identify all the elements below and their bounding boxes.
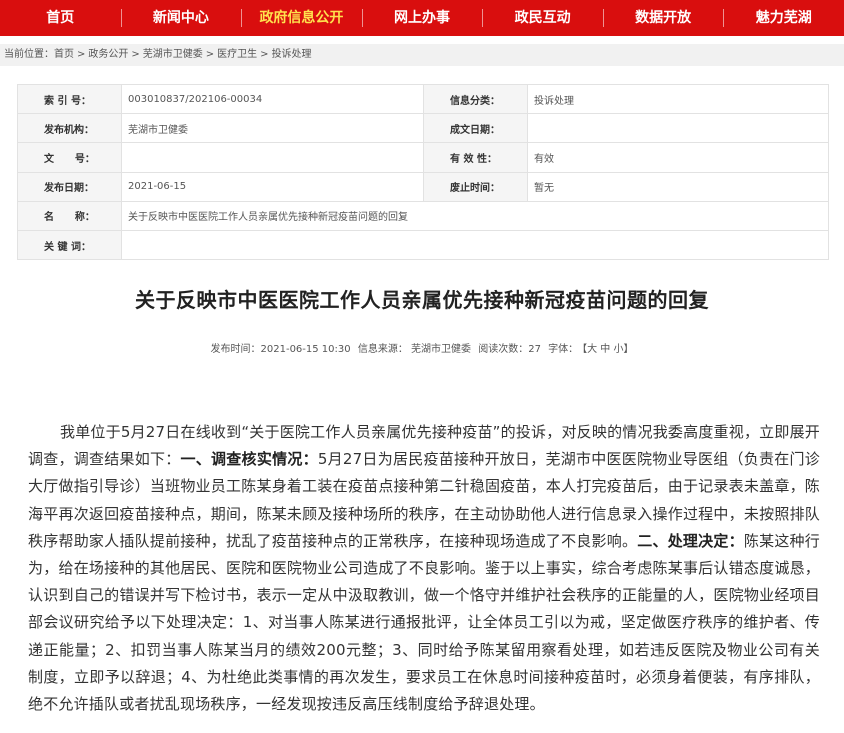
meta-label-keywords: 关 键 词： (17, 229, 122, 261)
body-heading-decision: 二、处理决定： (637, 531, 744, 550)
breadcrumb-link-gov-affairs[interactable]: 政务公开 (88, 44, 128, 66)
meta-value-doc-number (121, 142, 424, 173)
view-count: 阅读次数：27 (478, 344, 541, 355)
nav-item-open-data[interactable]: 数据开放 (602, 0, 724, 36)
nav-item-home[interactable]: 首页 (0, 0, 121, 36)
font-size-label: 字体： (548, 344, 579, 355)
meta-row: 名 称： 关于反映市中医医院工作人员亲属优先接种新冠疫苗问题的回复 (17, 200, 829, 231)
meta-value-written-date (527, 113, 829, 144)
meta-label-name: 名 称： (17, 200, 122, 231)
article-body: 我单位于5月27日在线收到“关于医院工作人员亲属优先接种疫苗”的投诉，对反映的情… (28, 419, 820, 718)
body-heading-investigation: 一、调查核实情况： (180, 450, 318, 469)
meta-value-publisher: 芜湖市卫健委 (121, 113, 424, 144)
document-meta-table: 索 引 号： 003010837/202106-00034 信息分类： 投诉处理… (17, 83, 829, 261)
meta-value-index-number: 003010837/202106-00034 (121, 83, 424, 115)
meta-value-category: 投诉处理 (527, 83, 829, 115)
main-nav: 首页 新闻中心 政府信息公开 网上办事 政民互动 数据开放 魅力芜湖 (0, 0, 844, 36)
meta-label-category: 信息分类： (423, 83, 528, 115)
breadcrumb-link-medical-health[interactable]: 医疗卫生 (217, 44, 257, 66)
meta-label-doc-number: 文 号： (17, 142, 122, 173)
article-title: 关于反映市中医医院工作人员亲属优先接种新冠疫苗问题的回复 (135, 288, 709, 312)
nav-item-interaction[interactable]: 政民互动 (482, 0, 603, 36)
breadcrumb-separator: > (131, 49, 140, 60)
nav-item-gov-info[interactable]: 政府信息公开 (241, 0, 362, 36)
meta-row: 发布日期： 2021-06-15 废止时间： 暂无 (17, 171, 829, 202)
body-paragraph-decision: 陈某这种行为，给在场接种的其他居民、医院和医院物业公司造成了不良影响。鉴于以上事… (28, 531, 820, 714)
meta-row: 发布机构： 芜湖市卫健委 成文日期： (17, 113, 829, 144)
meta-value-publish-date: 2021-06-15 (121, 171, 424, 202)
breadcrumb: 当前位置： 首页 > 政务公开 > 芜湖市卫健委 > 医疗卫生 > 投诉处理 (0, 44, 844, 66)
nav-item-news[interactable]: 新闻中心 (120, 0, 242, 36)
breadcrumb-separator: > (260, 49, 269, 60)
nav-item-charm-wuhu[interactable]: 魅力芜湖 (723, 0, 844, 36)
meta-label-expiry: 废止时间： (423, 171, 528, 202)
meta-row: 索 引 号： 003010837/202106-00034 信息分类： 投诉处理 (17, 83, 829, 115)
meta-row: 关 键 词： (17, 229, 829, 261)
meta-value-expiry: 暂无 (527, 171, 829, 202)
breadcrumb-link-complaints[interactable]: 投诉处理 (272, 44, 312, 66)
nav-item-online-service[interactable]: 网上办事 (361, 0, 483, 36)
meta-row: 文 号： 有 效 性： 有效 (17, 142, 829, 173)
meta-label-validity: 有 效 性： (423, 142, 528, 173)
meta-label-publish-date: 发布日期： (17, 171, 122, 202)
breadcrumb-prefix: 当前位置： (4, 49, 54, 60)
breadcrumb-separator: > (77, 49, 86, 60)
article-info-bar: 发布时间：2021-06-15 10:30 信息来源： 芜湖市卫健委 阅读次数：… (0, 340, 844, 355)
breadcrumb-link-health-commission[interactable]: 芜湖市卫健委 (143, 44, 203, 66)
meta-value-name: 关于反映市中医医院工作人员亲属优先接种新冠疫苗问题的回复 (121, 200, 829, 231)
meta-label-written-date: 成文日期： (423, 113, 528, 144)
meta-label-index-number: 索 引 号： (17, 83, 122, 115)
publish-time: 发布时间：2021-06-15 10:30 (210, 344, 351, 355)
meta-label-publisher: 发布机构： (17, 113, 122, 144)
info-source: 信息来源： 芜湖市卫健委 (357, 344, 472, 355)
breadcrumb-link-home[interactable]: 首页 (54, 44, 74, 66)
font-size-controls[interactable]: 【大 中 小】 (582, 344, 633, 355)
meta-value-validity: 有效 (527, 142, 829, 173)
breadcrumb-separator: > (205, 49, 215, 60)
meta-value-keywords (121, 229, 829, 261)
